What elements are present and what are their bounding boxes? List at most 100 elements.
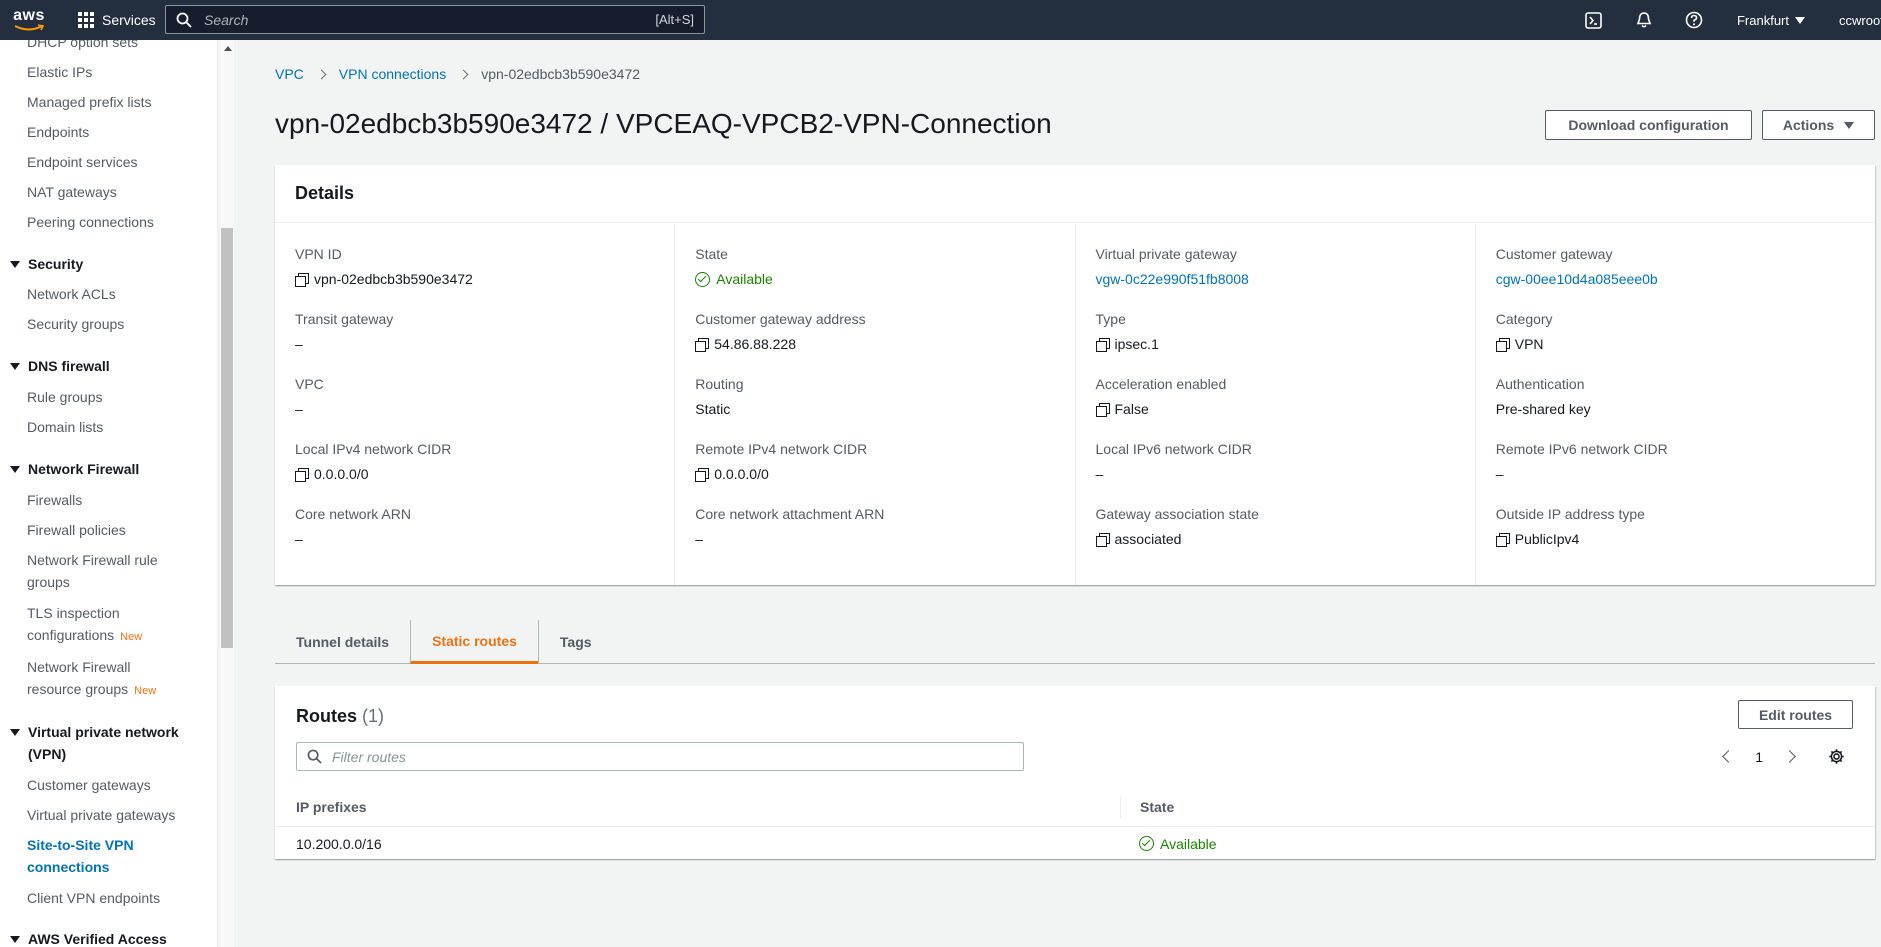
column-header-state[interactable]: State <box>1120 796 1174 818</box>
sidebar-item-network-acls[interactable]: Network ACLs <box>27 283 116 305</box>
help-button[interactable] <box>1669 0 1719 40</box>
scroll-up-arrow-icon[interactable] <box>224 46 232 51</box>
value-text: 54.86.88.228 <box>714 336 796 352</box>
local-ipv4-cidr-value: 0.0.0.0/0 <box>295 466 674 483</box>
current-page-number[interactable]: 1 <box>1755 749 1763 765</box>
sidebar-item-firewalls[interactable]: Firewalls <box>27 489 82 511</box>
breadcrumb: VPC VPN connections vpn-02edbcb3b590e347… <box>275 66 640 82</box>
search-shortcut: [Alt+S] <box>655 12 694 27</box>
type-label: Type <box>1095 311 1126 327</box>
value-text: 0.0.0.0/0 <box>714 466 769 482</box>
sidebar-item-managed-prefix-lists[interactable]: Managed prefix lists <box>27 91 152 113</box>
caret-down-icon <box>1844 121 1855 129</box>
sidebar-item-dhcp-option-sets[interactable]: DHCP option sets <box>27 40 138 53</box>
filter-routes-input[interactable]: Filter routes <box>296 742 1024 771</box>
customer-gateway-link[interactable]: cgw-00ee10d4a085eee0b <box>1496 271 1875 288</box>
chevron-right-icon <box>458 69 469 79</box>
value-text: vpn-02edbcb3b590e3472 <box>314 271 473 287</box>
sidebar-item-network-firewall-resource-groups[interactable]: Network Firewall resource groups New <box>27 656 167 702</box>
sidebar-section-vpn[interactable]: Virtual private network (VPN) <box>10 721 185 765</box>
search-input[interactable]: Search [Alt+S] <box>165 5 705 34</box>
services-grid-icon <box>78 12 94 28</box>
sidebar-section-security[interactable]: Security <box>10 253 83 275</box>
sidebar-item-elastic-ips[interactable]: Elastic IPs <box>27 61 92 83</box>
column-header-ip-prefixes[interactable]: IP prefixes <box>275 796 1120 818</box>
sidebar-section-aws-verified-access[interactable]: AWS Verified Access <box>10 928 167 947</box>
copy-icon[interactable] <box>695 338 710 352</box>
sidebar: DHCP option sets Elastic IPs Managed pre… <box>0 40 218 947</box>
sidebar-item-domain-lists[interactable]: Domain lists <box>27 416 103 438</box>
details-column-2: State Available Customer gateway address 5… <box>674 224 1074 585</box>
previous-page-icon[interactable] <box>1722 750 1736 763</box>
remote-ipv6-cidr-label: Remote IPv6 network CIDR <box>1495 441 1668 457</box>
sidebar-item-virtual-private-gateways[interactable]: Virtual private gateways <box>27 804 175 826</box>
sidebar-item-peering-connections[interactable]: Peering connections <box>27 211 154 233</box>
search-icon <box>176 12 192 28</box>
account-menu[interactable]: ccwroot <box>1839 13 1881 28</box>
virtual-private-gateway-label: Virtual private gateway <box>1095 246 1237 262</box>
caret-down-icon <box>10 466 20 473</box>
routing-value: Static <box>695 401 731 417</box>
details-panel: Details VPN ID vpn-02edbcb3b590e3472 Tran… <box>275 165 1875 585</box>
caret-down-icon <box>10 261 20 268</box>
gateway-association-state-value: associated <box>1095 531 1475 548</box>
copy-icon[interactable] <box>295 468 309 482</box>
sidebar-section-network-firewall[interactable]: Network Firewall <box>10 458 139 480</box>
route-state: Available <box>1120 836 1217 852</box>
section-title: AWS Verified Access <box>28 931 167 947</box>
sidebar-item-security-groups[interactable]: Security groups <box>27 313 124 335</box>
aws-logo[interactable]: aws <box>0 0 58 40</box>
sidebar-item-network-firewall-rule-groups[interactable]: Network Firewall rule groups <box>27 549 177 593</box>
copy-icon[interactable] <box>1495 533 1510 547</box>
edit-routes-button[interactable]: Edit routes <box>1738 700 1853 729</box>
remote-ipv4-cidr-label: Remote IPv4 network CIDR <box>695 441 868 457</box>
sidebar-scrollbar-thumb[interactable] <box>221 228 233 648</box>
value-text: 0.0.0.0/0 <box>314 466 369 482</box>
copy-icon[interactable] <box>1095 338 1110 352</box>
sidebar-item-endpoint-services[interactable]: Endpoint services <box>27 151 138 173</box>
section-title: Network Firewall <box>28 461 140 477</box>
copy-icon[interactable] <box>295 273 309 287</box>
aws-logo-text: aws <box>13 6 45 24</box>
sidebar-item-rule-groups[interactable]: Rule groups <box>27 386 103 408</box>
vpc-label: VPC <box>295 376 324 392</box>
next-page-icon[interactable] <box>1783 750 1796 763</box>
sidebar-item-endpoints[interactable]: Endpoints <box>27 121 89 143</box>
copy-icon[interactable] <box>1495 338 1510 352</box>
sidebar-item-nat-gateways[interactable]: NAT gateways <box>27 181 117 203</box>
breadcrumb-current: vpn-02edbcb3b590e3472 <box>481 66 641 82</box>
sidebar-item-customer-gateways[interactable]: Customer gateways <box>27 774 151 796</box>
sidebar-item-client-vpn-endpoints[interactable]: Client VPN endpoints <box>27 887 160 909</box>
sidebar-section-dns-firewall[interactable]: DNS firewall <box>10 355 110 377</box>
virtual-private-gateway-link[interactable]: vgw-0c22e990f51fb8008 <box>1096 271 1475 288</box>
search-icon <box>307 749 322 764</box>
new-badge: New <box>134 685 157 697</box>
sidebar-item-tls-inspection-configurations[interactable]: TLS inspection configurations New <box>27 602 145 648</box>
cloudshell-button[interactable] <box>1569 0 1619 40</box>
sidebar-item-firewall-policies[interactable]: Firewall policies <box>27 519 126 541</box>
details-column-3: Virtual private gateway vgw-0c22e990f51fb… <box>1074 224 1475 585</box>
acceleration-enabled-label: Acceleration enabled <box>1095 376 1227 392</box>
value-text: associated <box>1114 531 1182 547</box>
copy-icon[interactable] <box>695 468 710 482</box>
value-text: False <box>1114 401 1149 417</box>
button-label: Actions <box>1782 117 1835 133</box>
breadcrumb-vpn-connections[interactable]: VPN connections <box>339 66 446 82</box>
vpn-id-label: VPN ID <box>295 246 342 262</box>
tab-tags[interactable]: Tags <box>537 620 613 664</box>
copy-icon[interactable] <box>1095 403 1110 417</box>
copy-icon[interactable] <box>1095 533 1110 547</box>
tab-tunnel-details[interactable]: Tunnel details <box>275 620 410 664</box>
region-selector[interactable]: Frankfurt <box>1737 13 1805 28</box>
table-row: 10.200.0.0/16 Available <box>275 828 1875 859</box>
tab-static-routes[interactable]: Static routes <box>410 620 538 664</box>
services-menu-button[interactable]: Services <box>78 12 156 28</box>
breadcrumb-vpc[interactable]: VPC <box>275 66 304 82</box>
new-badge: New <box>120 631 143 643</box>
actions-dropdown-button[interactable]: Actions <box>1762 110 1875 140</box>
gear-icon[interactable] <box>1828 748 1845 765</box>
notifications-button[interactable] <box>1619 0 1669 40</box>
local-ipv6-cidr-label: Local IPv6 network CIDR <box>1095 441 1252 457</box>
download-configuration-button[interactable]: Download configuration <box>1545 110 1752 140</box>
sidebar-item-site-to-site-vpn-connections[interactable]: Site-to-Site VPN connections <box>27 834 147 878</box>
